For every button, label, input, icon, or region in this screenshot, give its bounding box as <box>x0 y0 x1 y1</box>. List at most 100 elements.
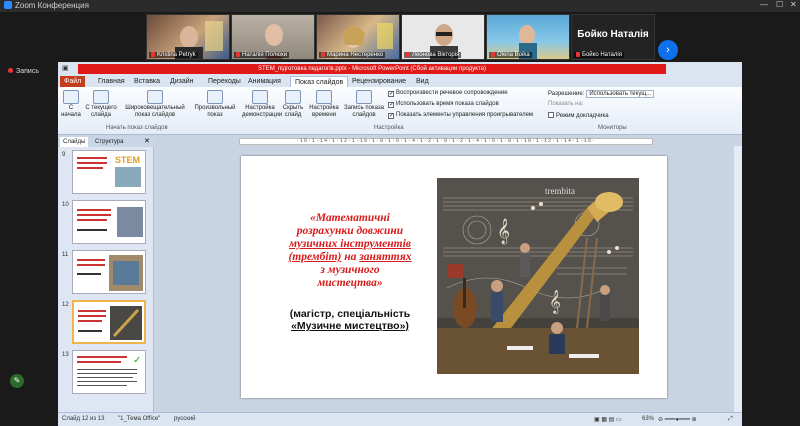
broadcast-icon <box>147 90 163 104</box>
hide-slide-icon <box>285 90 301 104</box>
show-on-select[interactable]: Показать на: <box>548 101 584 107</box>
slide-thumbnail[interactable]: ✓ <box>72 350 146 394</box>
tab-animation[interactable]: Анимация <box>244 76 285 87</box>
tab-slideshow[interactable]: Показ слайдов <box>290 76 349 87</box>
mic-muted-icon <box>576 52 580 57</box>
participant-name: Марина Нестеренко <box>319 52 386 58</box>
ribbon-tabs: Файл Главная Вставка Дизайн Переходы Ани… <box>58 75 742 87</box>
checkbox-checked-icon: ✓ <box>388 91 395 97</box>
mic-muted-icon <box>406 52 410 57</box>
participant-name: Наталія Полюхи <box>234 52 290 58</box>
setup-show-button[interactable]: Настройка демонстрации <box>242 90 282 119</box>
zoom-logo-icon <box>4 1 12 9</box>
slide-title[interactable]: «Математичні розрахунки довжини музичних… <box>267 212 433 290</box>
checkbox-presenter-view[interactable]: Режим докладчика <box>548 112 609 119</box>
broadcast-button[interactable]: Широковещательный показ слайдов <box>120 90 190 119</box>
group-label-start: Начать показ слайдов <box>106 125 168 131</box>
ribbon: С начала С текущего слайда Широковещател… <box>58 87 742 135</box>
from-current-button[interactable]: С текущего слайда <box>84 90 118 119</box>
participant-tile[interactable]: Наталія Полюхи <box>231 14 315 60</box>
thumbnail-preview <box>77 255 143 291</box>
svg-text:trembita: trembita <box>545 186 575 196</box>
group-label-setup: Настройка <box>374 125 404 131</box>
participant-display-name: Бойко Наталія <box>577 29 649 40</box>
participant-name: Леонова Вікторія <box>404 52 462 58</box>
slides-pane: Слайды Структура ✕ 9 STEM 10 11 12 13 ✓ <box>58 136 154 412</box>
pane-tabs: Слайды Структура ✕ <box>58 136 154 147</box>
next-page-button[interactable]: › <box>658 40 678 60</box>
mic-muted-icon <box>236 52 240 57</box>
timer-icon <box>316 90 332 104</box>
setup-icon <box>252 90 268 104</box>
fit-to-window-icon[interactable]: ⤢ <box>728 416 733 423</box>
checkbox-checked-icon: ✓ <box>388 102 395 108</box>
status-bar: Слайд 12 из 13 "1_Тема Office" русский ▣… <box>58 412 742 426</box>
rehearse-timings-button[interactable]: Настройка времени <box>308 90 340 119</box>
tab-outline[interactable]: Структура <box>92 137 126 147</box>
group-label-monitors: Мониторы <box>598 125 627 131</box>
from-beginning-button[interactable]: С начала <box>60 90 82 119</box>
maximize-icon[interactable]: ☐ <box>776 0 783 9</box>
thumbnail-preview: ✓ <box>77 355 141 386</box>
mic-muted-icon <box>491 52 495 57</box>
zoom-left-margin: Запись ✎ <box>0 62 58 426</box>
checkbox-checked-icon: ✓ <box>388 113 395 119</box>
participant-tile[interactable]: Бойко Наталія Бойко Наталія <box>571 14 655 60</box>
zoom-title-bar: Zoom Конференция <box>0 0 800 12</box>
mic-muted-icon <box>151 52 155 57</box>
checkbox-media-controls[interactable]: ✓ Показать элементы управления проигрыват… <box>388 112 533 119</box>
minimize-icon[interactable]: — <box>760 0 768 9</box>
participant-name: Kristina Petryk <box>149 52 198 58</box>
tab-home[interactable]: Главная <box>94 76 129 87</box>
horizontal-ruler: ·16·1·14·1·12·1·10·1·8·1·6·1·4·1·2·1·0·1… <box>239 138 653 145</box>
zoom-level: 63% <box>642 416 655 422</box>
tab-insert[interactable]: Вставка <box>130 76 164 87</box>
checkbox-narration[interactable]: ✓ Воспроизвести речевое сопровождение <box>388 90 508 97</box>
quick-access-toolbar[interactable]: ▣ <box>62 64 69 72</box>
participant-tile[interactable]: Марина Нестеренко <box>316 14 400 60</box>
participant-tile[interactable]: Леонова Вікторія <box>401 14 485 60</box>
slideshow-icon <box>93 90 109 104</box>
hide-slide-button[interactable]: Скрыть слайд <box>280 90 306 119</box>
thumbnail-preview <box>77 207 143 237</box>
slide-illustration[interactable]: trembita 𝄞 𝄞 <box>437 178 639 374</box>
annotate-pen-icon[interactable]: ✎ <box>10 374 24 388</box>
tab-slides[interactable]: Слайды <box>60 137 89 147</box>
resolution-select[interactable]: Разрешение: Использовать текущ... <box>548 90 655 98</box>
vertical-scrollbar[interactable] <box>734 146 742 412</box>
ppt-window-title: STEM_підготовка педагогів.pptx - Microso… <box>78 64 666 74</box>
custom-show-button[interactable]: Произвольный показ <box>192 90 238 119</box>
svg-text:STEM: STEM <box>115 155 140 165</box>
thumbnail-preview <box>78 306 142 340</box>
language-indicator[interactable]: русский <box>174 416 196 422</box>
recording-indicator[interactable]: Запись <box>8 68 39 75</box>
participant-tile[interactable]: Olena Boika <box>486 14 570 60</box>
svg-text:✓: ✓ <box>133 355 141 366</box>
slide-subtitle[interactable]: (магістр, спеціальність «Музичне мистецт… <box>267 308 433 332</box>
thumb-number: 9 <box>62 152 66 158</box>
tab-review[interactable]: Рецензирование <box>348 76 410 87</box>
theme-name: "1_Тема Office" <box>118 416 161 422</box>
view-buttons[interactable]: ▣ ▦ ▤ ▭ <box>594 416 622 423</box>
slide-thumbnail[interactable]: STEM <box>72 150 146 194</box>
zoom-right-margin <box>742 62 800 426</box>
current-slide[interactable]: «Математичні розрахунки довжини музичних… <box>241 156 667 398</box>
zoom-slider[interactable]: ⊖ ━━━●━━━ ⊕ <box>658 416 697 423</box>
tab-view[interactable]: Вид <box>412 76 433 87</box>
slide-thumbnail[interactable] <box>72 250 146 294</box>
slide-canvas: ·16·1·14·1·12·1·10·1·8·1·6·1·4·1·2·1·0·1… <box>155 136 734 412</box>
slide-thumbnail[interactable] <box>72 200 146 244</box>
close-pane-icon[interactable]: ✕ <box>144 137 150 145</box>
tab-design[interactable]: Дизайн <box>166 76 198 87</box>
participant-tile[interactable]: Kristina Petryk <box>146 14 230 60</box>
trembita-artwork: trembita 𝄞 𝄞 <box>437 178 639 374</box>
close-icon[interactable]: ✕ <box>790 0 797 9</box>
powerpoint-window: ▣ STEM_підготовка педагогів.pptx - Micro… <box>58 62 742 426</box>
thumb-number: 12 <box>62 302 69 308</box>
tab-transitions[interactable]: Переходы <box>204 76 245 87</box>
thumb-number: 11 <box>62 252 69 258</box>
record-show-button[interactable]: Запись показа слайдов <box>342 90 386 119</box>
tab-file[interactable]: Файл <box>60 76 86 87</box>
checkbox-timings[interactable]: ✓ Использовать время показа слайдов <box>388 101 499 108</box>
slide-thumbnail-selected[interactable] <box>72 300 146 344</box>
